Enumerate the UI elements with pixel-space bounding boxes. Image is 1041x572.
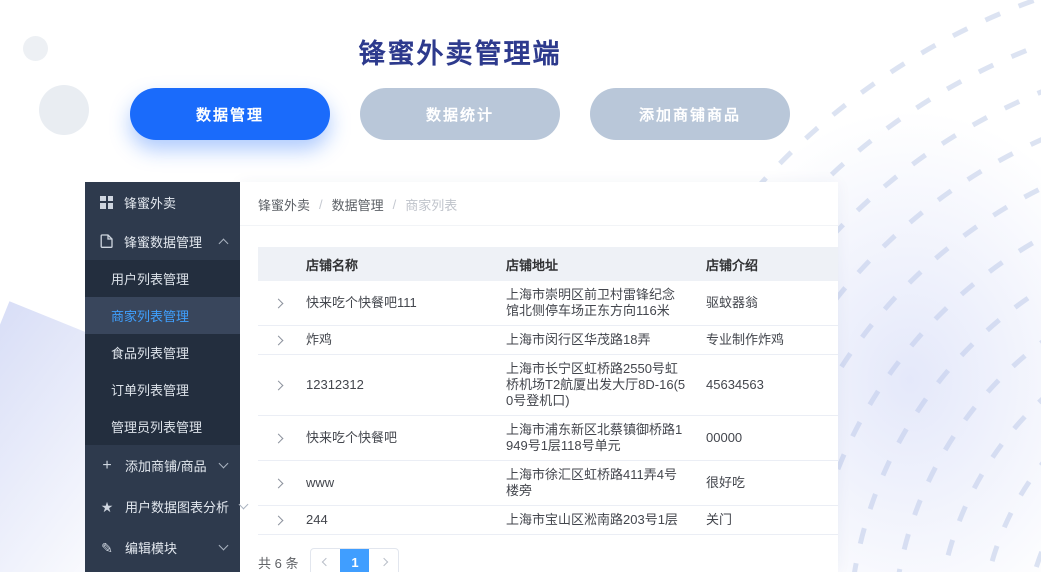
pagination-prev-button[interactable] [311, 549, 340, 572]
breadcrumb-item-home[interactable]: 锋蜜外卖 [258, 195, 310, 214]
expand-row-icon[interactable] [273, 299, 283, 309]
pencil-icon: ✎ [100, 541, 114, 555]
expand-row-icon[interactable] [273, 381, 283, 391]
tab-add-shop-product[interactable]: 添加商铺商品 [590, 88, 790, 140]
document-icon [100, 234, 113, 248]
shop-address: 上海市宝山区淞南路203号1层 [496, 506, 696, 535]
shop-name: 快来吃个快餐吧 [296, 416, 496, 461]
shop-name: 炸鸡 [296, 326, 496, 355]
table-row: 快来吃个快餐吧 上海市浦东新区北蔡镇御桥路1949号1层118号单元 00000 [258, 416, 838, 461]
expand-row-icon[interactable] [273, 479, 283, 489]
sidebar-item-order-list[interactable]: 订单列表管理 [85, 371, 240, 408]
column-shop-address: 店铺地址 [496, 247, 696, 281]
page-title: 锋蜜外卖管理端 [0, 32, 920, 71]
sidebar-item-label: 添加商铺/商品 [125, 456, 209, 475]
chevron-left-icon [322, 558, 330, 566]
table-header-row: 店铺名称 店铺地址 店铺介绍 [258, 247, 838, 281]
table-row: 炸鸡 上海市闵行区华茂路18弄 专业制作炸鸡 [258, 326, 838, 355]
breadcrumb-item-merchant-list: 商家列表 [405, 195, 457, 214]
shop-intro: 关门 [696, 506, 838, 535]
pagination-next-button[interactable] [369, 549, 398, 572]
sidebar-item-label: 用户数据图表分析 [125, 497, 229, 516]
shop-name: 12312312 [296, 355, 496, 416]
tab-data-statistics[interactable]: 数据统计 [360, 88, 560, 140]
table-row: 244 上海市宝山区淞南路203号1层 关门 [258, 506, 838, 535]
sidebar-item-merchant-list[interactable]: 商家列表管理 [85, 297, 240, 334]
sidebar-item-brand[interactable]: 锋蜜外卖 [85, 182, 240, 222]
shop-address: 上海市浦东新区北蔡镇御桥路1949号1层118号单元 [496, 416, 696, 461]
sidebar-item-data-management[interactable]: 锋蜜数据管理 [85, 222, 240, 260]
pagination: 共 6 条 1 [258, 548, 838, 572]
column-shop-intro: 店铺介绍 [696, 247, 838, 281]
shop-address: 上海市崇明区前卫村雷锋纪念馆北侧停车场正东方向116米 [496, 281, 696, 326]
table-row: 快来吃个快餐吧111 上海市崇明区前卫村雷锋纪念馆北侧停车场正东方向116米 驱… [258, 281, 838, 326]
grid-icon [100, 196, 113, 209]
shop-intro: 00000 [696, 416, 838, 461]
sidebar-item-add-shop[interactable]: + 添加商铺/商品 [85, 445, 240, 486]
shop-intro: 很好吃 [696, 461, 838, 506]
shop-intro: 驱蚊器翁 [696, 281, 838, 326]
shop-address: 上海市长宁区虹桥路2550号虹桥机场T2航厦出发大厅8D-16(50号登机口) [496, 355, 696, 416]
circle-decoration-large [39, 85, 89, 135]
shop-name: 244 [296, 506, 496, 535]
sidebar-item-label: 编辑模块 [125, 538, 209, 557]
expand-row-icon[interactable] [273, 434, 283, 444]
table-row: www 上海市徐汇区虹桥路411弄4号楼旁 很好吃 [258, 461, 838, 506]
chevron-right-icon [380, 558, 388, 566]
pagination-page-1[interactable]: 1 [340, 549, 369, 572]
pager: 1 [310, 548, 399, 572]
breadcrumb: 锋蜜外卖 / 数据管理 / 商家列表 [240, 182, 838, 226]
expand-row-icon[interactable] [273, 336, 283, 346]
star-icon: ★ [100, 500, 114, 514]
shop-intro: 45634563 [696, 355, 838, 416]
sidebar-item-edit-module[interactable]: ✎ 编辑模块 [85, 527, 240, 568]
top-tab-bar: 数据管理 数据统计 添加商铺商品 [130, 88, 790, 140]
shop-address: 上海市徐汇区虹桥路411弄4号楼旁 [496, 461, 696, 506]
sidebar-item-user-charts[interactable]: ★ 用户数据图表分析 [85, 486, 240, 527]
sidebar-brand-label: 锋蜜外卖 [124, 193, 227, 212]
shop-name: 快来吃个快餐吧111 [296, 281, 496, 326]
chevron-up-icon [219, 238, 229, 248]
sidebar: 锋蜜外卖 锋蜜数据管理 用户列表管理 商家列表管理 食品列表管理 订单列表管理 … [85, 182, 240, 572]
breadcrumb-item-data-management[interactable]: 数据管理 [332, 195, 384, 214]
sidebar-submenu: 用户列表管理 商家列表管理 食品列表管理 订单列表管理 管理员列表管理 [85, 260, 240, 445]
sidebar-item-admin-list[interactable]: 管理员列表管理 [85, 408, 240, 445]
tab-data-management[interactable]: 数据管理 [130, 88, 330, 140]
table-row: 12312312 上海市长宁区虹桥路2550号虹桥机场T2航厦出发大厅8D-16… [258, 355, 838, 416]
chevron-down-icon [219, 459, 229, 469]
shop-table: 店铺名称 店铺地址 店铺介绍 快来吃个快餐吧111 上海市崇明区前卫村雷锋纪念馆… [258, 247, 838, 535]
shop-address: 上海市闵行区华茂路18弄 [496, 326, 696, 355]
plus-icon: + [100, 458, 114, 474]
sidebar-item-label: 锋蜜数据管理 [124, 232, 209, 251]
breadcrumb-separator: / [319, 197, 323, 212]
chevron-down-icon [219, 541, 229, 551]
sidebar-item-user-list[interactable]: 用户列表管理 [85, 260, 240, 297]
column-shop-name: 店铺名称 [296, 247, 496, 281]
shop-name: www [296, 461, 496, 506]
main-panel: 锋蜜外卖 / 数据管理 / 商家列表 店铺名称 店铺地址 店铺介绍 快来吃个快餐… [240, 182, 838, 572]
breadcrumb-separator: / [393, 197, 397, 212]
shop-intro: 专业制作炸鸡 [696, 326, 838, 355]
sidebar-item-food-list[interactable]: 食品列表管理 [85, 334, 240, 371]
expand-row-icon[interactable] [273, 516, 283, 526]
pagination-total: 共 6 条 [258, 553, 298, 572]
